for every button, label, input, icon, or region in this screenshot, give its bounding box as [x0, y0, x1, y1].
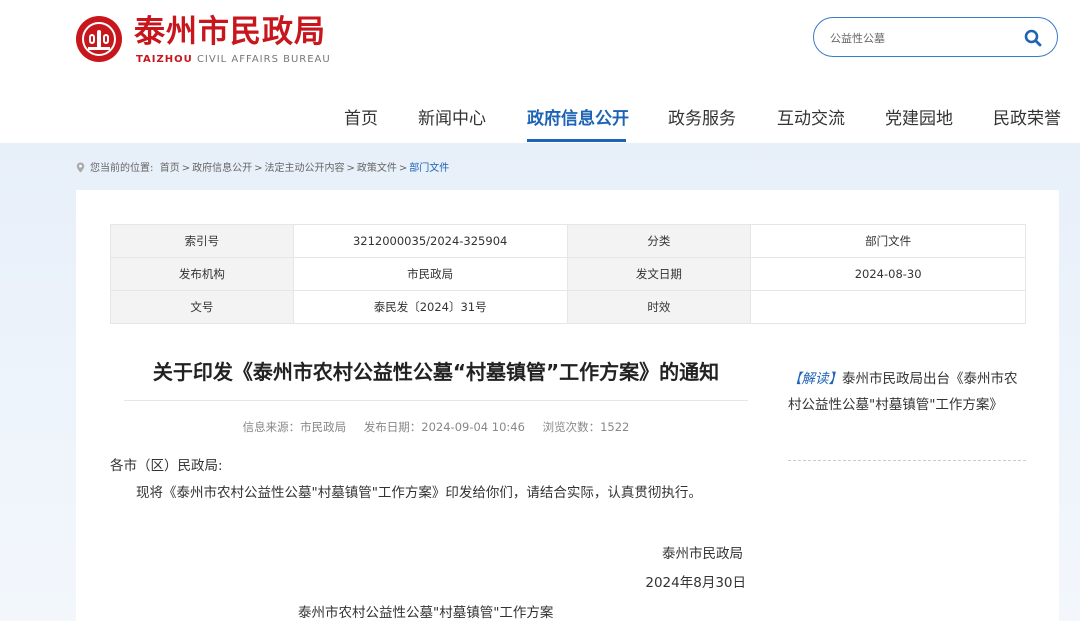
sidebar-divider [788, 460, 1026, 461]
title-divider [124, 400, 748, 401]
meta-value-issue-date: 2024-08-30 [750, 257, 1026, 291]
breadcrumb: 您当前的位置: 首页 > 政府信息公开 > 法定主动公开内容 > 政策文件 > 部门文件 [76, 159, 449, 174]
nav-active-indicator [527, 139, 626, 142]
breadcrumb-statutory[interactable]: 法定主动公开内容 [265, 163, 345, 174]
meta-value-index: 3212000035/2024-325904 [292, 224, 568, 258]
meta-label-category: 分类 [566, 224, 752, 258]
nav-item-news[interactable]: 新闻中心 [418, 104, 486, 129]
breadcrumb-current[interactable]: 部门文件 [409, 163, 449, 174]
meta-label-publisher: 发布机构 [110, 257, 294, 291]
site-subtitle: TAIZHOU CIVIL AFFAIRS BUREAU [136, 54, 331, 65]
location-pin-icon [76, 162, 85, 173]
article-views: 浏览次数：1522 [542, 420, 630, 434]
nav-item-party[interactable]: 党建园地 [885, 104, 953, 129]
article-subtitle: 泰州市农村公益性公墓"村墓镇管"工作方案 [298, 605, 554, 621]
article-salutation: 各市（区）民政局: [110, 458, 223, 474]
article-paragraph: 现将《泰州市农村公益性公墓"村墓镇管"工作方案》印发给你们，请结合实际，认真贯彻… [136, 485, 702, 501]
breadcrumb-gov-info[interactable]: 政府信息公开 [192, 163, 252, 174]
nav-item-services[interactable]: 政务服务 [668, 104, 736, 129]
meta-value-doc-number: 泰民发〔2024〕31号 [292, 290, 568, 324]
article-title: 关于印发《泰州市农村公益性公墓“村墓镇管”工作方案》的通知 [152, 360, 720, 384]
breadcrumb-separator: > [181, 163, 191, 174]
site-header: 泰州市民政局 TAIZHOU CIVIL AFFAIRS BUREAU 首页 新… [0, 0, 1080, 143]
nav-item-interaction[interactable]: 互动交流 [777, 104, 845, 129]
meta-label-doc-number: 文号 [110, 290, 294, 324]
breadcrumb-separator: > [398, 163, 408, 174]
breadcrumb-separator: > [346, 163, 355, 174]
table-row: 索引号 3212000035/2024-325904 分类 部门文件 [110, 224, 1026, 258]
meta-label-issue-date: 发文日期 [566, 257, 752, 291]
bureau-logo-icon[interactable] [76, 16, 122, 62]
breadcrumb-policy[interactable]: 政策文件 [357, 163, 397, 174]
article-sign-date: 2024年8月30日 [645, 575, 746, 591]
meta-label-index: 索引号 [110, 224, 294, 258]
meta-value-publisher: 市民政局 [292, 257, 568, 291]
article-info: 信息来源：市民政局 发布日期：2024-09-04 10:46 浏览次数：152… [124, 419, 748, 435]
nav-item-gov-info[interactable]: 政府信息公开 [527, 104, 629, 142]
interpretation-link[interactable]: 【解读】泰州市民政局出台《泰州市农村公益性公墓"村墓镇管"工作方案》 [788, 366, 1026, 418]
breadcrumb-home[interactable]: 首页 [160, 163, 180, 174]
search-icon[interactable] [1023, 28, 1043, 48]
nav-item-honors[interactable]: 民政荣誉 [993, 104, 1061, 129]
nav-item-home[interactable]: 首页 [344, 104, 378, 129]
search-input[interactable] [830, 28, 1010, 48]
breadcrumb-separator: > [254, 163, 263, 174]
article-sign-org: 泰州市民政局 [662, 546, 743, 562]
article-source: 信息来源：市民政局 [242, 420, 347, 434]
table-row: 发布机构 市民政局 发文日期 2024-08-30 [110, 257, 1026, 291]
table-row: 文号 泰民发〔2024〕31号 时效 [110, 290, 1026, 324]
interpretation-tag: 【解读】 [788, 371, 842, 387]
meta-value-validity [750, 290, 1026, 324]
breadcrumb-prefix: 您当前的位置: [90, 163, 154, 174]
document-meta-table: 索引号 3212000035/2024-325904 分类 部门文件 发布机构 … [110, 224, 1026, 324]
meta-value-category: 部门文件 [750, 224, 1026, 258]
site-title[interactable]: 泰州市民政局 [134, 14, 326, 50]
search-box [813, 17, 1058, 57]
meta-label-validity: 时效 [566, 290, 752, 324]
article-date: 发布日期：2024-09-04 10:46 [363, 420, 525, 434]
